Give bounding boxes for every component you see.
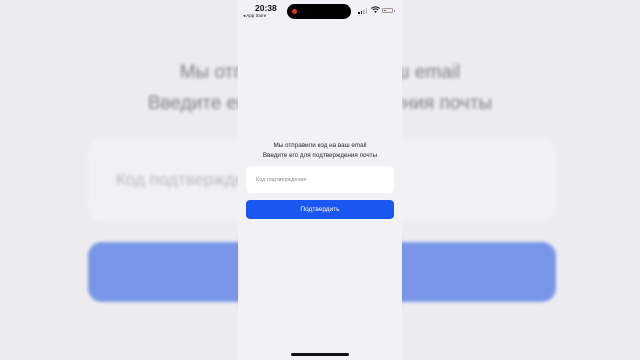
home-indicator[interactable] <box>291 353 349 356</box>
back-to-app-store-link[interactable]: ◂ App Store <box>243 13 266 19</box>
screen-recording-icon <box>292 9 297 14</box>
verification-code-input[interactable] <box>246 166 394 193</box>
battery-tip <box>394 9 395 12</box>
status-time: 20:38 <box>255 3 277 13</box>
wifi-icon <box>371 6 380 13</box>
cellular-signal-icon <box>358 8 368 14</box>
status-bar: 20:38 ◂ App Store <box>238 0 402 22</box>
battery-low-icon <box>382 8 393 13</box>
dynamic-island <box>287 4 351 19</box>
verification-message-line1: Мы отправили код на ваш email <box>273 142 367 149</box>
phone-screen: 20:38 ◂ App Store Мы отправили код на ва… <box>238 0 402 360</box>
confirm-button[interactable]: Подтвердить <box>246 200 394 219</box>
verification-message-line2: Введите его для подтверждения почты <box>262 152 378 159</box>
